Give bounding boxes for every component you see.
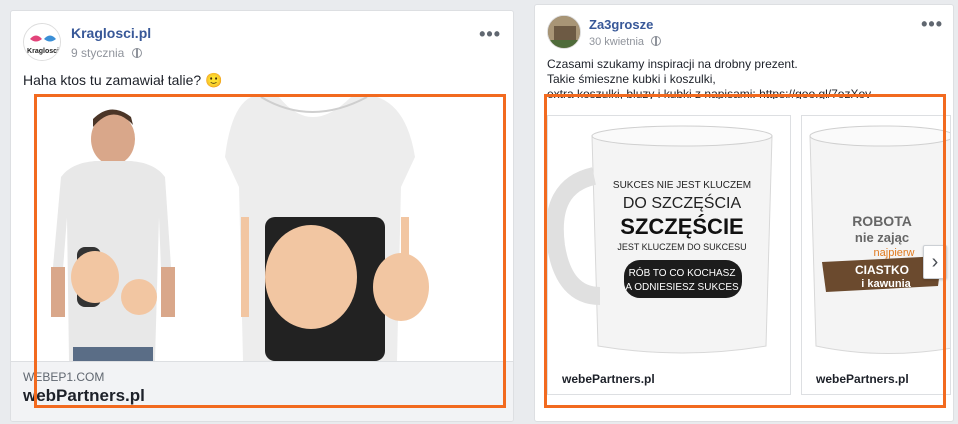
globe-icon: [131, 48, 142, 58]
avatar-photo-icon: [548, 16, 580, 48]
post-date[interactable]: 30 kwietnia: [589, 36, 662, 48]
avatar[interactable]: [547, 15, 581, 49]
post-date-text[interactable]: 9 stycznia: [71, 46, 124, 60]
avatar[interactable]: Kraglosci: [23, 23, 61, 61]
post-date[interactable]: 9 stycznia: [71, 46, 142, 60]
kraglosci-logo-icon: Kraglosci: [24, 24, 60, 60]
post-date-text[interactable]: 30 kwietnia: [589, 36, 644, 48]
author-name[interactable]: Kraglosci.pl: [71, 25, 151, 41]
more-options-icon[interactable]: •••: [479, 25, 501, 43]
post-text-line: Czasami szukamy inspiracji na drobny pre…: [547, 57, 798, 71]
globe-icon: [651, 36, 662, 46]
highlight-box-left: [34, 94, 506, 408]
author-name[interactable]: Za3grosze: [589, 17, 653, 32]
post-text-line: Takie śmieszne kubki i koszulki,: [547, 72, 716, 86]
post-text: Czasami szukamy inspiracji na drobny pre…: [547, 57, 871, 99]
svg-text:Kraglosci: Kraglosci: [27, 48, 59, 55]
post-text: Haha ktos tu zamawiał talie? 🙂: [23, 72, 223, 88]
highlight-box-right: [544, 94, 946, 408]
more-options-icon[interactable]: •••: [921, 15, 943, 33]
